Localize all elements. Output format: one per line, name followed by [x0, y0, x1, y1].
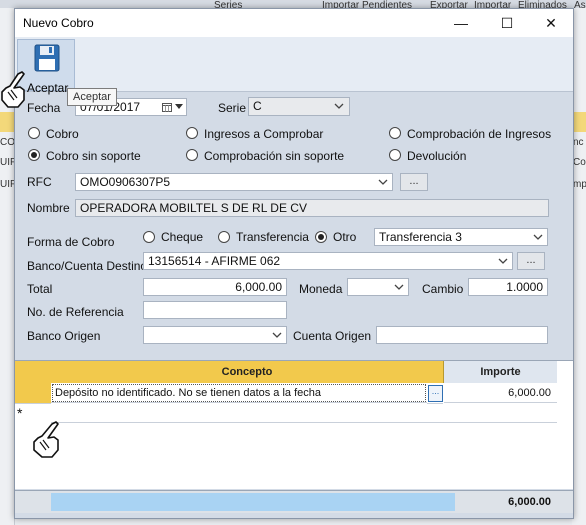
background-menubar: Series Importar Pendientes Exportar Impo…	[0, 0, 586, 11]
background-right-panel	[572, 8, 586, 525]
chevron-down-icon	[498, 258, 508, 264]
chevron-down-icon	[533, 234, 543, 240]
radio-transferencia-label: Transferencia	[236, 230, 309, 244]
footer-total: 6,000.00	[455, 493, 555, 511]
referencia-field[interactable]	[143, 301, 287, 319]
rfc-label: RFC	[27, 175, 52, 189]
banco-origen-label: Banco Origen	[27, 329, 101, 343]
cambio-field[interactable]: 1.0000	[468, 278, 548, 296]
radio-transferencia[interactable]	[218, 231, 230, 243]
radio-cobro-sin-soporte[interactable]	[28, 149, 40, 161]
referencia-label: No. de Referencia	[27, 305, 124, 319]
serie-value: C	[253, 99, 262, 113]
footer-scroll-handle[interactable]	[555, 493, 571, 511]
serie-label: Serie	[218, 101, 247, 115]
radio-devolucion-label: Devolución	[407, 149, 467, 163]
radio-cobro-label: Cobro	[46, 127, 79, 141]
cell-concepto-browse[interactable]: ...	[427, 383, 443, 404]
moneda-combo[interactable]	[347, 278, 409, 296]
bg-right-frag-2: Co	[573, 157, 586, 168]
bg-left-frag-2: UIF	[0, 157, 14, 168]
column-header-concepto[interactable]: Concepto	[51, 361, 444, 383]
cuenta-origen-field[interactable]	[376, 326, 548, 344]
title-bar: Nuevo Cobro — ☐ ✕	[15, 9, 573, 37]
grid-footer: 6,000.00	[15, 490, 573, 513]
nombre-field: OPERADORA MOBILTEL S DE RL DE CV	[75, 199, 549, 217]
chevron-down-icon	[378, 179, 388, 185]
moneda-label: Moneda	[299, 282, 343, 296]
total-field[interactable]: 6,000.00	[143, 278, 287, 296]
radio-devolucion[interactable]	[389, 149, 401, 161]
save-icon	[34, 44, 60, 72]
serie-select[interactable]: C	[248, 97, 350, 116]
cell-importe[interactable]: 6,000.00	[444, 383, 557, 403]
chevron-down-icon	[175, 104, 183, 109]
new-row[interactable]	[51, 404, 557, 423]
footer-summary-bar	[51, 493, 455, 511]
banco-destino-combo[interactable]: 13156514 - AFIRME 062	[143, 252, 513, 270]
forma-cobro-combo[interactable]: Transferencia 3	[374, 228, 548, 246]
nombre-label: Nombre	[27, 201, 70, 215]
radio-comprobacion-sin-soporte[interactable]	[186, 149, 198, 161]
forma-cobro-label: Forma de Cobro	[27, 235, 115, 249]
grid-corner	[15, 361, 52, 383]
radio-ingresos-comprobar-label: Ingresos a Comprobar	[204, 127, 324, 141]
nuevo-cobro-dialog: Nuevo Cobro — ☐ ✕ Aceptar Fecha 07/01/20…	[14, 8, 574, 519]
cuenta-origen-label: Cuenta Origen	[293, 329, 372, 343]
radio-cheque[interactable]	[143, 231, 155, 243]
chevron-down-icon	[394, 284, 404, 290]
radio-comprobacion-ingresos-label: Comprobación de Ingresos	[407, 127, 552, 141]
hand-cursor-icon	[1, 71, 25, 108]
maximize-button[interactable]: ☐	[485, 9, 529, 37]
forma-cobro-value: Transferencia 3	[379, 230, 462, 244]
bg-right-frag-3: mp	[573, 179, 586, 190]
conceptos-grid: Concepto Importe Depósito no identificad…	[15, 360, 573, 489]
row-indicator[interactable]	[15, 383, 51, 404]
bg-right-frag-1: nc	[573, 137, 584, 148]
bg-right-header	[572, 112, 586, 132]
radio-otro-label: Otro	[333, 230, 357, 244]
banco-destino-label: Banco/Cuenta Destino	[27, 259, 148, 273]
column-header-importe[interactable]: Importe	[444, 361, 557, 383]
radio-cobro-sin-soporte-label: Cobro sin soporte	[46, 149, 141, 163]
total-label: Total	[27, 282, 53, 296]
calendar-icon[interactable]	[162, 102, 172, 112]
cell-concepto[interactable]: Depósito no identificado. No se tienen d…	[51, 383, 427, 403]
banco-destino-value: 13156514 - AFIRME 062	[148, 254, 281, 268]
close-button[interactable]: ✕	[529, 9, 573, 37]
chevron-down-icon	[272, 332, 282, 338]
cambio-label: Cambio	[422, 282, 464, 296]
radio-comprobacion-sin-soporte-label: Comprobación sin soporte	[204, 149, 345, 163]
radio-comprobacion-ingresos[interactable]	[389, 127, 401, 139]
window-title: Nuevo Cobro	[23, 16, 94, 30]
banco-destino-browse-button[interactable]: ...	[517, 252, 545, 270]
hand-cursor-icon	[33, 421, 59, 458]
radio-otro[interactable]	[315, 231, 327, 243]
rfc-browse-button[interactable]: ...	[400, 173, 428, 191]
bg-left-frag-1: CO	[0, 137, 14, 148]
concepto-browse-button[interactable]: ...	[428, 385, 443, 402]
rfc-combo[interactable]: OMO0906307P5	[75, 173, 393, 191]
minimize-button[interactable]: —	[439, 9, 483, 37]
radio-cobro[interactable]	[28, 127, 40, 139]
accept-tooltip: Aceptar	[67, 88, 117, 106]
toolbar: Aceptar	[15, 37, 573, 95]
banco-origen-combo[interactable]	[143, 326, 287, 344]
bg-left-header	[0, 112, 14, 132]
chevron-down-icon	[334, 103, 344, 109]
radio-cheque-label: Cheque	[161, 230, 204, 244]
rfc-value: OMO0906307P5	[80, 175, 171, 189]
radio-ingresos-comprobar[interactable]	[186, 127, 198, 139]
bg-left-frag-3: UIF	[0, 179, 14, 190]
